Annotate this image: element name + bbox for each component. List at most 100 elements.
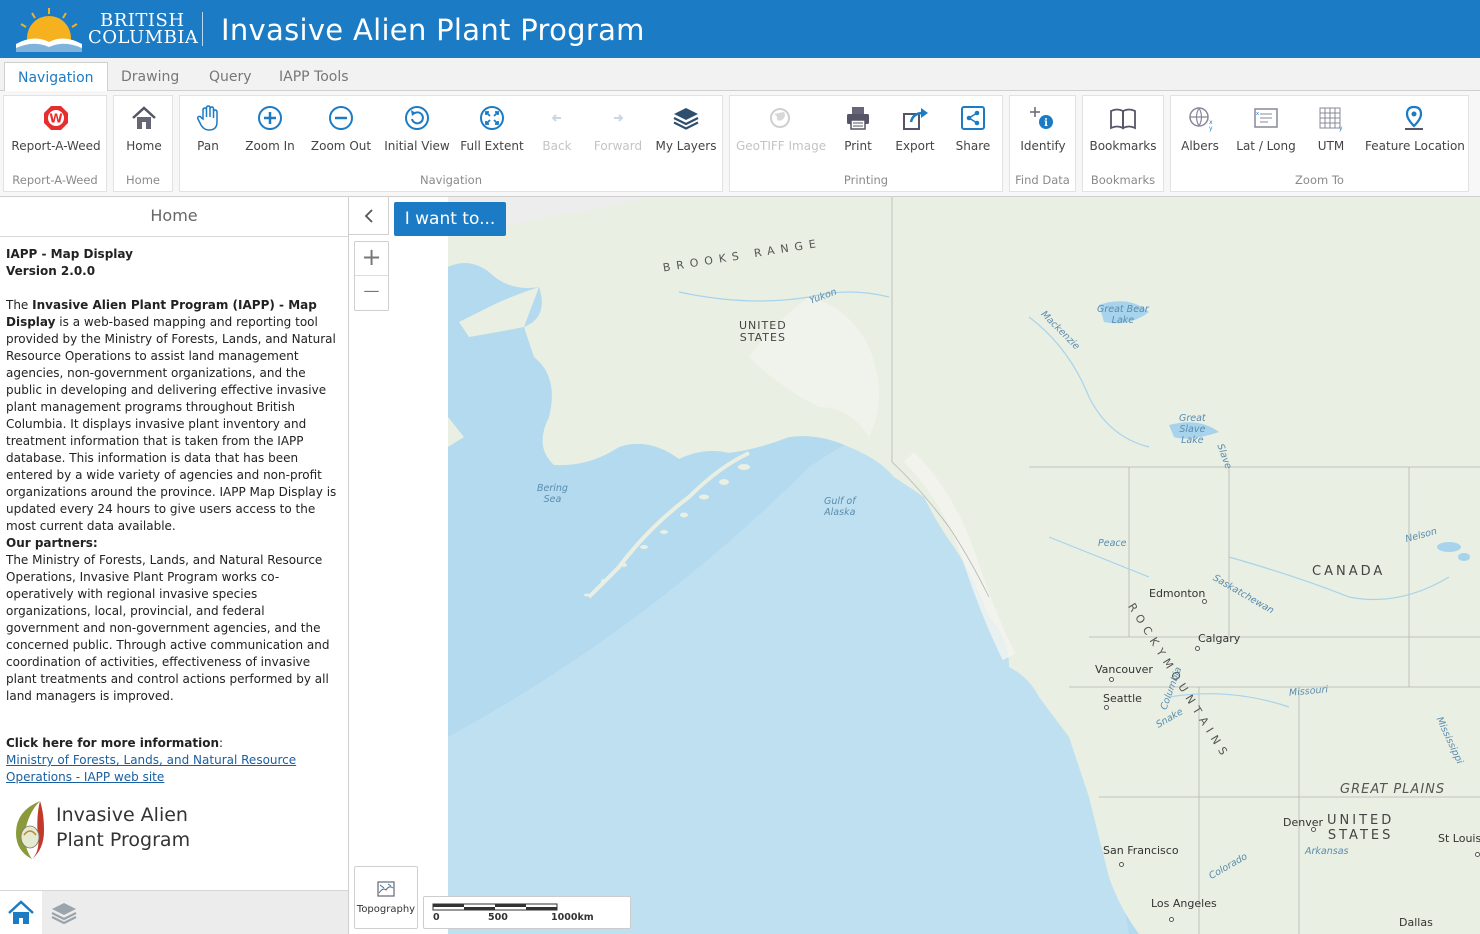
feature-location-button[interactable]: Feature Location: [1365, 104, 1465, 156]
group-navigation: Pan Zoom In Zoom Out Initial View Full E…: [179, 95, 723, 192]
forward-button[interactable]: Forward: [590, 104, 646, 156]
zoom-out-icon: [329, 106, 353, 130]
utm-button[interactable]: y UTM: [1309, 104, 1353, 156]
svg-text:x: x: [1256, 111, 1259, 117]
report-a-weed-button[interactable]: W Report-A-Weed: [10, 104, 102, 156]
group-label-home: Home: [126, 173, 160, 187]
report-weed-icon: W: [44, 106, 68, 130]
iapp-website-link[interactable]: Ministry of Forests, Lands, and Natural …: [6, 752, 341, 786]
bc-sun-logo-icon: [16, 8, 82, 52]
print-button[interactable]: Print: [838, 104, 878, 156]
hand-pan-icon: [196, 105, 218, 131]
map-label-united-states-alaska: UNITED STATES: [739, 319, 787, 344]
tab-navigation[interactable]: Navigation: [4, 62, 108, 92]
back-button[interactable]: Back: [536, 104, 578, 156]
footer-home-button[interactable]: [0, 891, 42, 934]
geotiff-image-button[interactable]: GeoTIFF Image: [736, 104, 826, 156]
bookmarks-button[interactable]: Bookmarks: [1089, 104, 1157, 156]
zoom-out-button[interactable]: Zoom Out: [310, 104, 372, 156]
albers-globe-icon: x y: [1189, 107, 1213, 132]
tab-bar: Navigation Drawing Query IAPP Tools: [0, 58, 1480, 92]
panel-title: Home: [0, 197, 348, 237]
map-label-denver: Denver: [1283, 816, 1324, 829]
map-label-gulf-of-alaska: Gulf of Alaska: [824, 496, 856, 518]
map-label-vancouver: Vancouver: [1095, 663, 1153, 676]
utm-grid-icon: y: [1319, 107, 1343, 132]
app-title: Invasive Alien Plant Program: [221, 13, 645, 47]
panel-heading: IAPP - Map Display Version 2.0.0: [6, 247, 133, 278]
share-button[interactable]: Share: [952, 104, 994, 156]
map-label-san-francisco: San Francisco: [1103, 844, 1179, 857]
partners-heading: Our partners:: [6, 536, 98, 550]
iapp-leaf-logo-icon: [16, 801, 44, 859]
map-label-calgary: Calgary: [1198, 632, 1241, 645]
panel-content: IAPP - Map Display Version 2.0.0 The Inv…: [6, 246, 341, 786]
group-home: Home Home: [113, 95, 173, 192]
group-label-printing: Printing: [843, 173, 889, 187]
collapse-panel-button[interactable]: [349, 197, 389, 235]
map-label-seattle: Seattle: [1103, 692, 1142, 705]
export-icon: [903, 108, 928, 130]
group-label-navigation: Navigation: [419, 173, 483, 187]
tab-query[interactable]: Query: [196, 62, 265, 92]
location-pin-icon: [1405, 105, 1423, 130]
city-dot-san-francisco: [1119, 862, 1124, 867]
map-zoom-out-button[interactable]: —: [355, 276, 388, 310]
svg-text:W: W: [49, 112, 62, 126]
export-button[interactable]: Export: [890, 104, 940, 156]
group-label-report: Report-A-Weed: [12, 173, 98, 187]
layers-icon: [51, 903, 77, 925]
map-zoom-in-button[interactable]: +: [355, 242, 388, 276]
group-label-zoom-to: Zoom To: [1295, 173, 1344, 187]
city-dot-seattle: [1104, 705, 1109, 710]
printer-icon: [847, 107, 869, 130]
svg-text:i: i: [1044, 118, 1048, 129]
panel-footer: [0, 890, 348, 934]
group-find-data: i Identify Find Data: [1009, 95, 1076, 192]
share-icon: [961, 106, 985, 130]
tab-iapp-tools[interactable]: IAPP Tools: [266, 62, 362, 92]
map-label-los-angeles: Los Angeles: [1151, 897, 1217, 910]
lat-long-button[interactable]: x Lat / Long: [1235, 104, 1297, 156]
map-label-st-louis: St Louis: [1438, 832, 1480, 845]
i-want-to-button[interactable]: I want to...: [394, 202, 506, 236]
initial-view-button[interactable]: Initial View: [384, 104, 450, 156]
home-button[interactable]: Home: [120, 104, 168, 156]
map-label-arkansas-river: Arkansas: [1305, 846, 1349, 857]
group-report-a-weed: W Report-A-Weed Report-A-Weed: [3, 95, 107, 192]
topography-icon: [377, 881, 395, 897]
map-label-edmonton: Edmonton: [1149, 587, 1206, 600]
full-extent-button[interactable]: Full Extent: [460, 104, 524, 156]
group-zoom-to: x y Albers x Lat / Long y UTM Feature Lo…: [1170, 95, 1469, 192]
map-label-peace-river: Peace: [1098, 538, 1127, 549]
map-label-great-bear-lake: Great Bear Lake: [1097, 304, 1149, 326]
partners-paragraph: The Ministry of Forests, Lands, and Natu…: [6, 553, 330, 703]
tab-drawing[interactable]: Drawing: [108, 62, 192, 92]
group-label-bookmarks: Bookmarks: [1090, 173, 1156, 187]
globe-icon: [770, 108, 790, 128]
left-panel: Home IAPP - Map Display Version 2.0.0 Th…: [0, 197, 349, 934]
layers-icon: [673, 108, 699, 130]
back-arrow-icon: [546, 107, 568, 129]
chevron-left-icon: [364, 209, 373, 223]
scale-label-end: 1000km: [551, 912, 594, 923]
albers-button[interactable]: x y Albers: [1177, 104, 1223, 156]
my-layers-button[interactable]: My Layers: [654, 104, 718, 156]
home-icon: [8, 900, 34, 924]
intro-paragraph: The Invasive Alien Plant Program (IAPP) …: [6, 298, 337, 533]
zoom-in-button[interactable]: Zoom In: [242, 104, 298, 156]
scale-bar: 0 500 1000km: [423, 896, 631, 929]
basemap-toggle-button[interactable]: Topography: [354, 866, 418, 929]
city-dot-vancouver: [1109, 677, 1114, 682]
map-label-great-slave-lake: Great Slave Lake: [1179, 413, 1206, 446]
more-info-line: Click here for more information:: [6, 736, 224, 750]
zoom-in-icon: [258, 106, 282, 130]
map-view[interactable]: BROOKS RANGE UNITED STATES Yukon Mackenz…: [349, 197, 1480, 934]
footer-layers-button[interactable]: [42, 891, 86, 934]
identify-button[interactable]: i Identify: [1016, 104, 1070, 156]
pan-button[interactable]: Pan: [186, 104, 230, 156]
map-zoom-control: + —: [354, 241, 389, 311]
map-label-united-states: UNITED STATES: [1327, 813, 1395, 843]
group-printing: GeoTIFF Image Print Export Share Printin…: [729, 95, 1003, 192]
home-icon: [132, 106, 156, 129]
